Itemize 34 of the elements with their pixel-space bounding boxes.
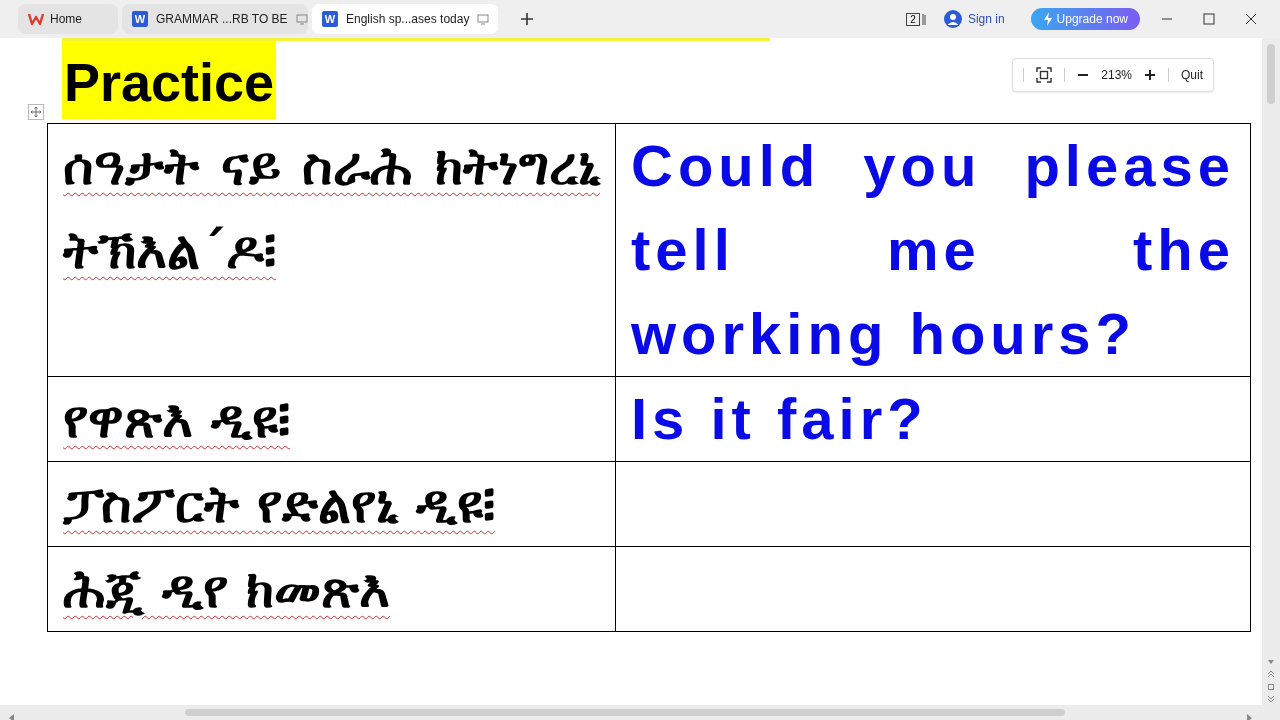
english-text: Could you please tell me the working hours? xyxy=(631,132,1235,368)
scrollbar-thumb[interactable] xyxy=(1267,44,1275,104)
sign-in-button[interactable]: Sign in xyxy=(937,9,1011,29)
monitor-icon xyxy=(295,13,308,25)
move-handle-icon[interactable] xyxy=(28,104,44,120)
heading: Practice xyxy=(62,41,277,119)
english-text: Is it fair? xyxy=(631,385,929,453)
fit-screen-icon[interactable] xyxy=(1036,67,1053,83)
tab[interactable]: W English sp...ases today xyxy=(312,4,498,34)
scrollbar-thumb[interactable] xyxy=(185,709,1065,716)
tab[interactable]: Home xyxy=(18,4,118,34)
stack-icon xyxy=(921,13,926,25)
document-icon: W xyxy=(132,11,148,27)
plus-icon[interactable] xyxy=(520,11,534,26)
lightning-icon xyxy=(1042,12,1053,26)
tab[interactable]: W GRAMMAR ...RB TO BE xyxy=(122,4,308,34)
tigrinya-text: ፓስፖርት የድልየኒ ዲዩ፧ xyxy=(63,473,497,536)
close-button[interactable] xyxy=(1244,12,1258,26)
app-logo-icon xyxy=(28,12,44,26)
zoom-level: 213% xyxy=(1101,68,1132,82)
user-avatar-icon xyxy=(943,10,962,28)
maximize-button[interactable] xyxy=(1202,12,1216,26)
quit-button[interactable]: Quit xyxy=(1181,68,1203,82)
document-icon: W xyxy=(322,11,338,27)
vertical-scrollbar[interactable] xyxy=(1262,38,1280,720)
zoom-in-icon[interactable] xyxy=(1144,69,1156,81)
tigrinya-text: የዋጽእ ዲዩ፧ xyxy=(63,388,292,451)
tigrinya-text: ሕጂ ዲየ ክመጽእ xyxy=(63,558,392,621)
monitor-icon xyxy=(477,13,490,25)
scroll-right-icon[interactable] xyxy=(1247,714,1253,720)
tigrinya-text: ሰዓታት ናይ ስራሕ ክትነግረኒ ትኽእል´ዶ፧ xyxy=(63,135,600,282)
upgrade-button[interactable]: Upgrade now xyxy=(1030,8,1140,30)
scroll-left-icon[interactable] xyxy=(9,714,15,720)
horizontal-scrollbar[interactable] xyxy=(0,705,1262,720)
